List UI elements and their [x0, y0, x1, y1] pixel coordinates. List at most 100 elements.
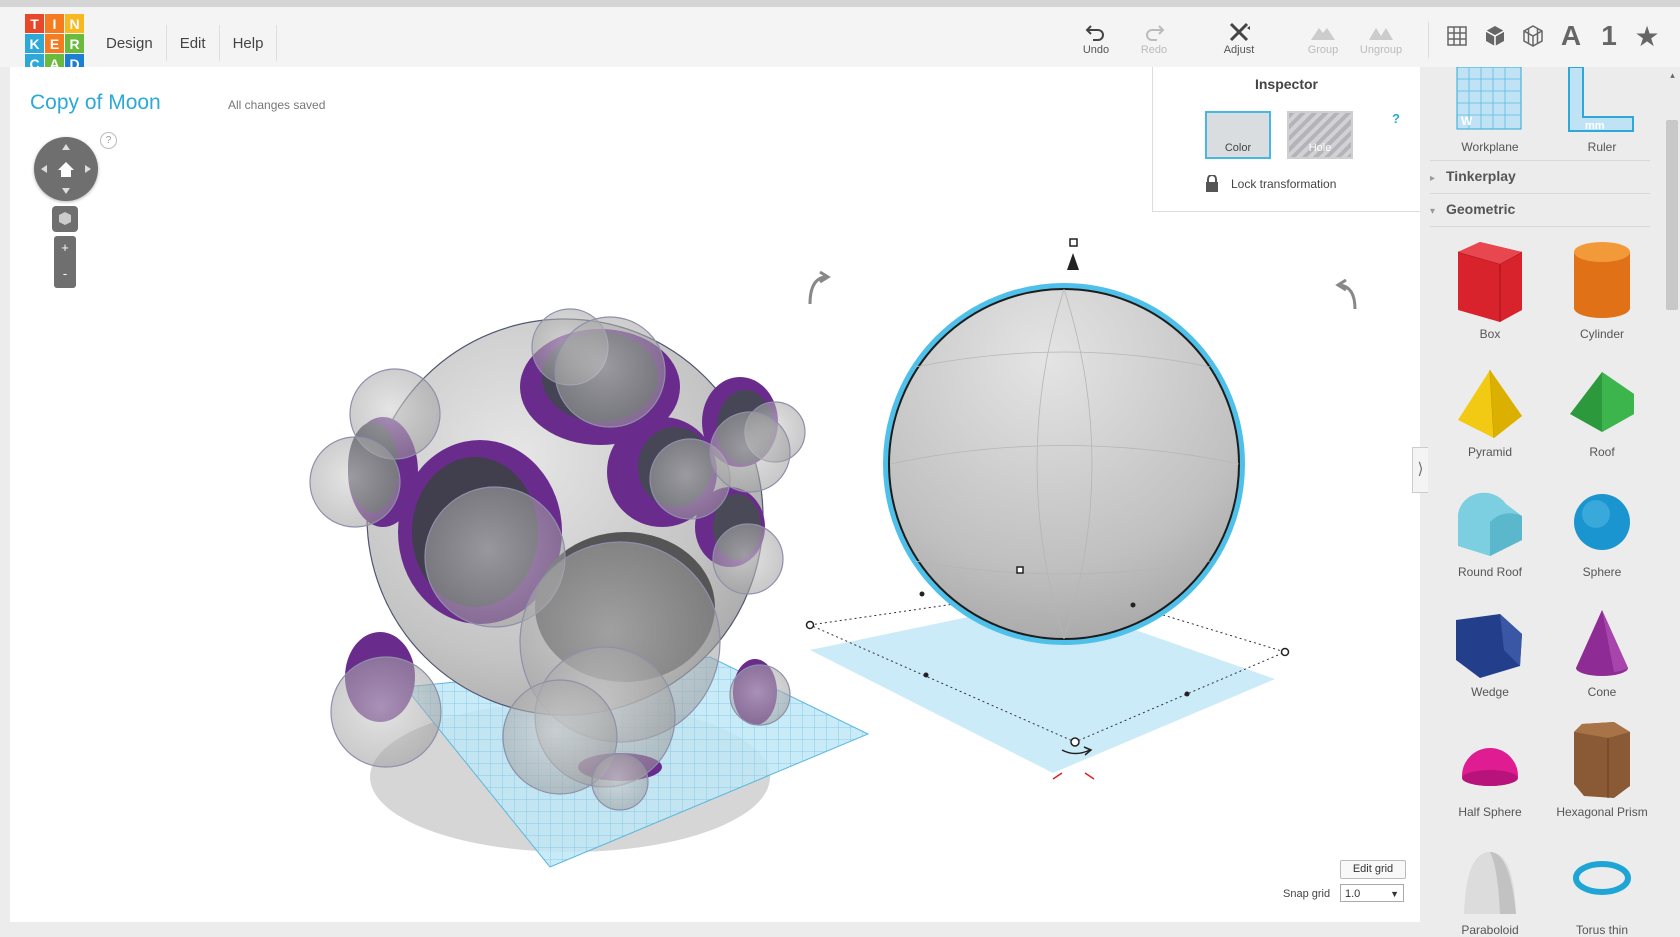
color-swatch-button[interactable]: Color [1205, 111, 1271, 159]
section-tinkerplay[interactable]: ▸ Tinkerplay [1430, 168, 1650, 184]
design-title[interactable]: Copy of Moon [30, 91, 161, 115]
roof-icon [1570, 372, 1634, 432]
scroll-up-icon[interactable]: ▴ [1665, 70, 1680, 81]
undo-button[interactable]: Undo [1070, 22, 1122, 56]
logo-letter: E [45, 34, 64, 53]
pyramid-icon [1458, 369, 1522, 439]
workplane-icon: W [1456, 66, 1522, 130]
shape-label: Pyramid [1467, 445, 1512, 459]
toolbar-divider [1428, 22, 1429, 58]
section-divider [1430, 226, 1650, 227]
adjust-button[interactable]: Adjust [1213, 22, 1265, 56]
logo-letter: K [25, 34, 44, 53]
shape-label: Paraboloid [1461, 923, 1519, 937]
shape-ruler[interactable]: mm Ruler [1546, 66, 1658, 154]
shape-label: Ruler [1587, 140, 1617, 154]
shape-workplane[interactable]: W Workplane [1434, 66, 1546, 154]
shape-cylinder[interactable]: Cylinder [1546, 238, 1658, 341]
shape-wedge[interactable]: Wedge [1434, 606, 1546, 699]
half-sphere-icon [1462, 748, 1518, 786]
dropdown-arrow-icon: ▼ [1390, 889, 1399, 899]
section-divider [1430, 193, 1650, 194]
orthographic-cube-button[interactable] [52, 206, 78, 232]
shape-box[interactable]: Box [1434, 238, 1546, 341]
menu-design[interactable]: Design [93, 25, 167, 61]
redo-label: Redo [1140, 44, 1168, 56]
section-label: Geometric [1446, 201, 1516, 217]
ungroup-icon [1369, 28, 1393, 40]
nav-help-icon[interactable]: ? [100, 132, 117, 149]
menu-edit[interactable]: Edit [167, 25, 220, 61]
round-roof-icon [1457, 492, 1522, 556]
selected-sphere[interactable] [888, 288, 1240, 640]
wireframe-view-icon[interactable] [1519, 22, 1547, 50]
adjust-label: Adjust [1223, 44, 1255, 56]
shape-cone[interactable]: Cone [1546, 606, 1658, 699]
shape-label: Roof [1589, 445, 1615, 459]
ungroup-button[interactable]: Ungroup [1355, 22, 1407, 56]
snap-grid-select[interactable]: 1.0 ▼ [1340, 884, 1404, 902]
hexagonal-prism-icon [1574, 722, 1630, 798]
menu-help[interactable]: Help [220, 25, 278, 61]
logo-letter: I [45, 14, 64, 33]
view-icons: A 1 ★ [1443, 20, 1661, 52]
shape-label: Sphere [1582, 565, 1622, 579]
redo-button[interactable]: Redo [1128, 22, 1180, 56]
zoom-out-button[interactable]: - [54, 262, 76, 288]
sidebar-collapse-button[interactable]: ⟩ [1412, 447, 1428, 493]
inspector-panel: Inspector Color Hole ? Lock transformati… [1152, 67, 1420, 212]
snap-grid-value: 1.0 [1345, 888, 1361, 900]
group-button[interactable]: Group [1297, 22, 1349, 56]
number-icon[interactable]: 1 [1595, 20, 1623, 51]
shape-label: Workplane [1461, 140, 1519, 154]
shape-label: Wedge [1471, 685, 1509, 699]
zoom-in-button[interactable]: + [54, 236, 76, 262]
star-icon[interactable]: ★ [1633, 21, 1661, 52]
lock-icon [1206, 175, 1218, 192]
adjust-icon [1229, 22, 1250, 42]
view-navigation-pad[interactable] [34, 137, 98, 201]
rotate-arrow-right-icon[interactable] [1335, 278, 1357, 310]
section-divider [1430, 160, 1650, 161]
text-icon[interactable]: A [1557, 20, 1585, 51]
svg-text:mm: mm [1585, 120, 1605, 132]
logo-letter: N [65, 14, 84, 33]
inspector-help-icon[interactable]: ? [1392, 111, 1400, 126]
redo-icon [1146, 25, 1165, 41]
sidebar-scroll-thumb[interactable] [1666, 120, 1678, 310]
shape-label: Torus thin [1575, 923, 1629, 937]
shape-label: Round Roof [1457, 565, 1523, 579]
shape-paraboloid[interactable]: Paraboloid [1434, 848, 1546, 937]
section-geometric[interactable]: ▾ Geometric [1430, 201, 1650, 217]
shape-roof[interactable]: Roof [1546, 366, 1658, 459]
cone-icon [1576, 610, 1628, 676]
box-icon [1457, 242, 1523, 322]
cube-view-icon[interactable] [1481, 22, 1509, 50]
snap-grid-label: Snap grid [1283, 888, 1331, 900]
undo-icon [1085, 25, 1104, 41]
tinkercad-logo[interactable]: TINKERCAD [25, 14, 85, 74]
lock-transformation-toggle[interactable]: Lock transformation [1205, 175, 1336, 192]
save-status: All changes saved [228, 98, 326, 112]
height-arrow-icon[interactable] [1067, 253, 1079, 270]
rotate-arrow-left-icon[interactable] [808, 270, 831, 305]
group-icon [1311, 28, 1335, 40]
home-icon[interactable] [34, 137, 98, 201]
shape-hexagonal-prism[interactable]: Hexagonal Prism [1546, 718, 1658, 819]
shape-round-roof[interactable]: Round Roof [1434, 486, 1546, 579]
svg-text:W: W [1461, 114, 1473, 128]
grid-view-icon[interactable] [1443, 22, 1471, 50]
shape-half-sphere[interactable]: Half Sphere [1434, 726, 1546, 819]
shape-label: Cone [1587, 685, 1617, 699]
sphere-icon [1574, 494, 1630, 550]
shape-pyramid[interactable]: Pyramid [1434, 366, 1546, 459]
ruler-icon: mm [1568, 66, 1634, 132]
axis-marker-icon [1052, 772, 1095, 780]
hole-swatch-button[interactable]: Hole [1287, 111, 1353, 159]
torus-thin-icon [1573, 861, 1631, 895]
edit-grid-button[interactable]: Edit grid [1340, 860, 1406, 879]
logo-letter: T [25, 14, 44, 33]
shape-sphere[interactable]: Sphere [1546, 486, 1658, 579]
shape-torus-thin[interactable]: Torus thin [1546, 848, 1658, 937]
shape-label: Box [1479, 327, 1501, 341]
